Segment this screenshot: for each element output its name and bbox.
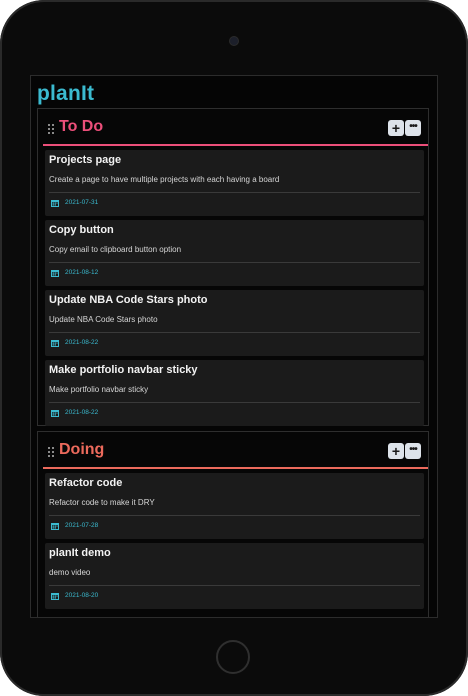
task-card[interactable]: Copy button Copy email to clipboard butt… — [45, 220, 424, 286]
column-underline — [43, 144, 428, 146]
home-button[interactable] — [216, 640, 250, 674]
column-title: To Do — [59, 118, 104, 135]
card-description: Copy email to clipboard button option — [49, 245, 182, 254]
column-doing: Doing + ••• Refactor code Refactor code … — [37, 431, 429, 617]
calendar-icon — [51, 523, 59, 530]
card-title: Refactor code — [49, 477, 123, 489]
card-date: 2021-08-12 — [65, 269, 99, 276]
card-date: 2021-08-20 — [65, 592, 99, 599]
card-description: Refactor code to make it DRY — [49, 498, 155, 507]
drag-handle-icon[interactable] — [48, 447, 54, 457]
card-title: Update NBA Code Stars photo — [49, 294, 208, 306]
card-description: Create a page to have multiple projects … — [49, 175, 280, 184]
task-card[interactable]: Update NBA Code Stars photo Update NBA C… — [45, 290, 424, 356]
card-description: Update NBA Code Stars photo — [49, 315, 158, 324]
task-card[interactable]: planIt demo demo video 2021-08-20 — [45, 543, 424, 609]
add-card-button[interactable]: + — [388, 120, 404, 136]
card-divider — [49, 515, 420, 516]
card-divider — [49, 192, 420, 193]
card-divider — [49, 402, 420, 403]
task-card[interactable]: Refactor code Refactor code to make it D… — [45, 473, 424, 539]
tablet-frame: planIt To Do + ••• Projects page Create … — [0, 0, 468, 696]
card-divider — [49, 332, 420, 333]
task-card[interactable]: Projects page Create a page to have mult… — [45, 150, 424, 216]
calendar-icon — [51, 593, 59, 600]
column-header: To Do + ••• — [38, 109, 428, 147]
card-title: Copy button — [49, 224, 114, 236]
app-title: planIt — [37, 82, 95, 105]
calendar-icon — [51, 340, 59, 347]
column-header: Doing + ••• — [38, 432, 428, 470]
card-date: 2021-08-22 — [65, 339, 99, 346]
card-divider — [49, 262, 420, 263]
card-date: 2021-08-22 — [65, 409, 99, 416]
task-card[interactable]: Make portfolio navbar sticky Make portfo… — [45, 360, 424, 426]
camera-icon — [230, 37, 238, 45]
card-description: demo video — [49, 568, 91, 577]
column-menu-button[interactable]: ••• — [405, 120, 421, 136]
card-title: planIt demo — [49, 547, 111, 559]
add-card-button[interactable]: + — [388, 443, 404, 459]
column-title: Doing — [59, 441, 105, 458]
column-todo: To Do + ••• Projects page Create a page … — [37, 108, 429, 426]
calendar-icon — [51, 410, 59, 417]
card-date: 2021-07-28 — [65, 522, 99, 529]
column-underline — [43, 467, 428, 469]
app-screen: planIt To Do + ••• Projects page Create … — [31, 76, 437, 617]
card-divider — [49, 585, 420, 586]
calendar-icon — [51, 270, 59, 277]
card-title: Make portfolio navbar sticky — [49, 364, 198, 376]
card-date: 2021-07-31 — [65, 199, 99, 206]
card-title: Projects page — [49, 154, 122, 166]
column-menu-button[interactable]: ••• — [405, 443, 421, 459]
drag-handle-icon[interactable] — [48, 124, 54, 134]
calendar-icon — [51, 200, 59, 207]
card-description: Make portfolio navbar sticky — [49, 385, 149, 394]
